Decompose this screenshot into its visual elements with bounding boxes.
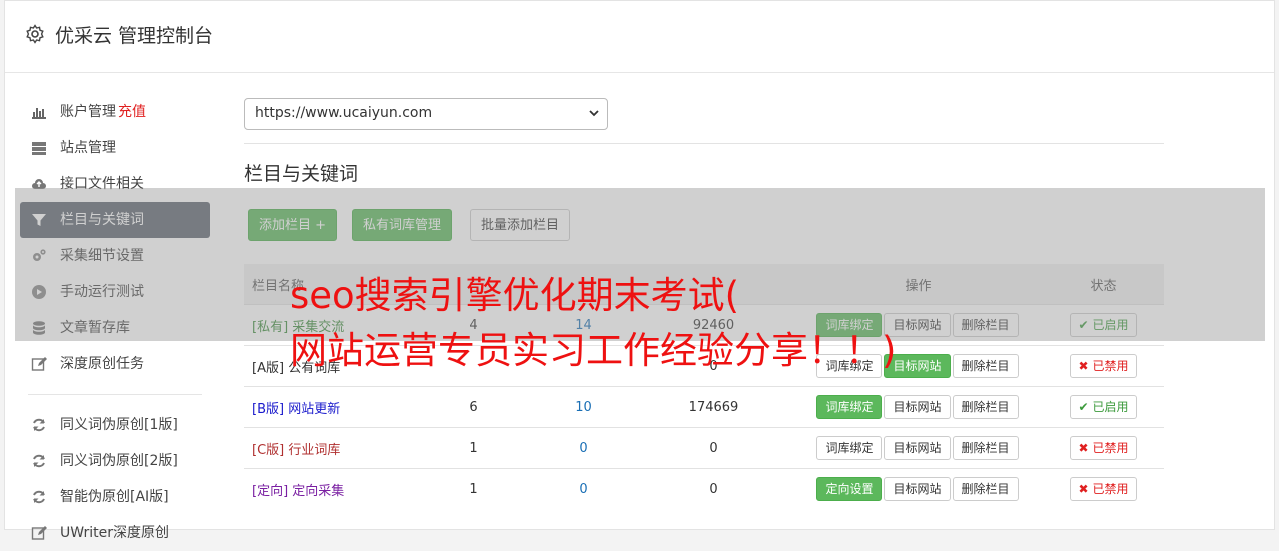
table-row: [定向] 定向采集 1 0 0 定向设置 目标网站 删除栏目 ✖ 已禁用	[244, 468, 1164, 509]
sidebar-item-label: 深度原创任务	[60, 356, 144, 372]
count-c: 174669	[634, 386, 794, 428]
column-name-cell[interactable]: [C版] 行业词库	[244, 427, 414, 469]
count-c: 0	[634, 427, 794, 469]
ops-cell: 词库绑定 目标网站 删除栏目	[794, 386, 1044, 428]
column-tag: [C版]	[252, 442, 285, 458]
table-row: [B版] 网站更新 6 10 174669 词库绑定 目标网站 删除栏目 ✔ 已启用	[244, 386, 1164, 428]
site-select[interactable]: https://www.ucaiyun.com	[244, 98, 608, 130]
bind-dict-button[interactable]: 词库绑定	[816, 436, 883, 460]
count-b: 0	[534, 468, 634, 509]
sidebar-item-account[interactable]: 账户管理 充值	[20, 94, 210, 130]
close-icon: ✖	[1078, 359, 1089, 373]
refresh-icon	[33, 418, 45, 432]
overlay-line-1: seo搜索引擎优化期末考试(	[290, 274, 740, 317]
count-b: 0	[534, 427, 634, 469]
delete-column-button[interactable]: 删除栏目	[952, 436, 1019, 460]
refresh-icon	[33, 490, 45, 504]
column-tag: [B版]	[252, 401, 285, 417]
section-title: 栏目与关键词	[244, 163, 359, 185]
target-site-button[interactable]: 目标网站	[884, 395, 951, 419]
overlay-line-2: 网站运营专员实习工作经验分享！！)	[290, 329, 897, 372]
bind-dict-button[interactable]: 词库绑定	[816, 395, 883, 419]
status-badge[interactable]: ✖ 已禁用	[1069, 477, 1138, 501]
sidebar-item-label: 同义词伪原创[2版]	[60, 453, 178, 469]
sidebar-divider	[28, 394, 202, 395]
check-icon: ✔	[1078, 400, 1089, 414]
column-name-cell[interactable]: [定向] 定向采集	[244, 468, 414, 509]
overlay-text: seo搜索引擎优化期末考试( 网站运营专员实习工作经验分享！！)	[290, 268, 896, 378]
sidebar-item-synonym-v1[interactable]: 同义词伪原创[1版]	[20, 407, 210, 443]
sidebar-item-sites[interactable]: 站点管理	[20, 130, 210, 166]
sidebar-item-label: 同义词伪原创[1版]	[60, 417, 178, 433]
column-tag: [A版]	[252, 360, 285, 376]
sidebar-item-uwriter[interactable]: UWriter深度原创	[20, 515, 210, 551]
status-cell: ✖ 已禁用	[1044, 345, 1164, 387]
status-label: 已启用	[1092, 400, 1129, 414]
sidebar-item-synonym-v2[interactable]: 同义词伪原创[2版]	[20, 443, 210, 479]
sidebar-item-ai-rewrite[interactable]: 智能伪原创[AI版]	[20, 479, 210, 515]
gear-icon	[26, 24, 44, 44]
status-badge[interactable]: ✔ 已启用	[1069, 395, 1138, 419]
chevron-down-icon	[589, 110, 599, 117]
bar-chart-icon	[32, 108, 46, 119]
column-name: 网站更新	[288, 401, 341, 417]
close-icon: ✖	[1078, 441, 1089, 455]
column-name: 行业词库	[288, 442, 341, 458]
status-badge[interactable]: ✖ 已禁用	[1069, 354, 1138, 378]
delete-column-button[interactable]: 删除栏目	[952, 395, 1019, 419]
close-icon: ✖	[1078, 482, 1089, 496]
column-name: 定向采集	[292, 483, 345, 499]
column-tag: [定向]	[252, 483, 289, 499]
divider	[244, 143, 1164, 144]
count-c: 0	[634, 468, 794, 509]
edit-icon	[31, 357, 47, 371]
recharge-link[interactable]: 充值	[118, 104, 146, 120]
status-label: 已禁用	[1092, 482, 1129, 496]
status-cell: ✔ 已启用	[1044, 386, 1164, 428]
status-cell: ✖ 已禁用	[1044, 427, 1164, 469]
ops-cell: 词库绑定 目标网站 删除栏目	[794, 427, 1044, 469]
bind-dict-button[interactable]: 定向设置	[816, 477, 883, 501]
target-site-button[interactable]: 目标网站	[884, 436, 951, 460]
delete-column-button[interactable]: 删除栏目	[952, 354, 1019, 378]
status-label: 已禁用	[1092, 359, 1129, 373]
count-a: 1	[414, 427, 534, 469]
sidebar-item-label: 站点管理	[60, 140, 116, 156]
top-bar: 优采云 管理控制台	[5, 1, 1274, 73]
site-select-value: https://www.ucaiyun.com	[255, 105, 433, 121]
status-badge[interactable]: ✖ 已禁用	[1069, 436, 1138, 460]
table-row: [C版] 行业词库 1 0 0 词库绑定 目标网站 删除栏目 ✖ 已禁用	[244, 427, 1164, 469]
status-label: 已禁用	[1092, 441, 1129, 455]
count-a: 6	[414, 386, 534, 428]
count-a: 1	[414, 468, 534, 509]
delete-column-button[interactable]: 删除栏目	[952, 477, 1019, 501]
sidebar-item-label: 智能伪原创[AI版]	[60, 489, 169, 505]
sidebar-item-label: 账户管理	[60, 104, 116, 120]
count-b: 10	[534, 386, 634, 428]
status-cell: ✖ 已禁用	[1044, 468, 1164, 509]
target-site-button[interactable]: 目标网站	[884, 477, 951, 501]
page-title: 优采云 管理控制台	[55, 25, 214, 47]
edit-icon	[31, 526, 47, 540]
sidebar-item-label: UWriter深度原创	[60, 525, 169, 541]
sidebar-item-deep-original[interactable]: 深度原创任务	[20, 346, 210, 382]
server-icon	[32, 142, 46, 155]
column-name-cell[interactable]: [B版] 网站更新	[244, 386, 414, 428]
ops-cell: 定向设置 目标网站 删除栏目	[794, 468, 1044, 509]
refresh-icon	[33, 454, 45, 468]
